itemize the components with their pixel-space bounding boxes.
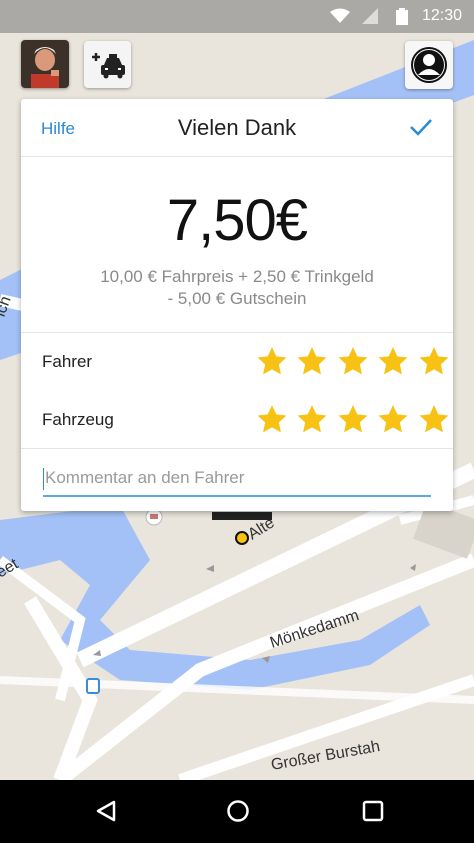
star-icon[interactable] [295, 403, 329, 436]
breakdown-line-voucher: - 5,00 € Gutschein [167, 289, 307, 308]
star-icon[interactable] [417, 345, 451, 378]
add-taxi-icon [92, 53, 125, 79]
text-cursor [43, 467, 44, 490]
breakdown-line-fare: 10,00 € Fahrpreis + 2,50 € Trinkgeld [100, 267, 374, 286]
location-marker-icon [235, 531, 249, 545]
star-icon[interactable] [336, 403, 370, 436]
status-bar: 12:30 [0, 0, 474, 33]
profile-icon [411, 47, 447, 83]
star-icon[interactable] [336, 345, 370, 378]
card-title: Vielen Dank [177, 115, 297, 140]
total-price: 7,50€ [166, 188, 308, 253]
rating-card: Hilfe Vielen Dank 7,50€ 10,00 € Fahrprei… [21, 99, 453, 511]
comment-placeholder: Kommentar an den Fahrer [45, 468, 245, 487]
card-header: Hilfe Vielen Dank [21, 99, 453, 157]
star-icon[interactable] [255, 403, 289, 436]
recents-icon[interactable] [361, 799, 385, 823]
battery-icon [396, 8, 408, 25]
signal-icon [362, 8, 378, 24]
price-breakdown: 10,00 € Fahrpreis + 2,50 € Trinkgeld - 5… [21, 266, 453, 310]
wifi-icon [330, 8, 350, 23]
home-icon[interactable] [226, 799, 250, 823]
vehicle-star-rating[interactable] [255, 403, 453, 441]
bus-stop-icon [86, 678, 100, 694]
profile-button[interactable] [405, 41, 453, 89]
star-icon[interactable] [376, 403, 410, 436]
rating-label-vehicle: Fahrzeug [42, 410, 114, 429]
driver-avatar[interactable] [21, 40, 69, 88]
status-time: 12:30 [421, 7, 462, 24]
add-taxi-button[interactable] [84, 41, 131, 88]
back-icon[interactable] [94, 799, 118, 823]
driver-comment-input[interactable]: Kommentar an den Fahrer [43, 461, 431, 497]
divider [21, 448, 453, 449]
rating-label-driver: Fahrer [42, 352, 93, 371]
marker-flag [212, 512, 272, 520]
navigation-bar [0, 780, 474, 843]
checkmark-icon[interactable] [409, 117, 433, 137]
star-icon[interactable] [376, 345, 410, 378]
star-icon[interactable] [255, 345, 289, 378]
star-icon[interactable] [295, 345, 329, 378]
divider [21, 332, 453, 333]
driver-star-rating[interactable] [255, 345, 453, 383]
star-icon[interactable] [417, 403, 451, 436]
